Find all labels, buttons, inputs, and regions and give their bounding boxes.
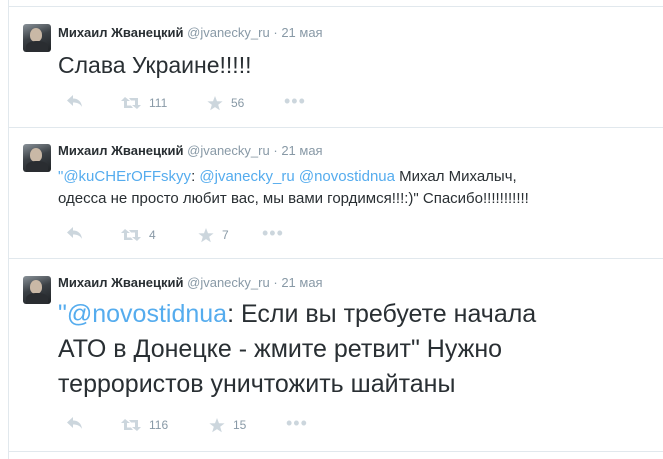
- more-button[interactable]: •••: [286, 413, 308, 433]
- tweet[interactable]: Михаил Жванецкий @jvanecky_ru · 21 мая С…: [9, 6, 663, 128]
- tweet-header: Михаил Жванецкий @jvanecky_ru · 21 мая: [58, 25, 323, 41]
- fullname[interactable]: Михаил Жванецкий: [58, 143, 184, 158]
- text-segment: Михал Михалыч,: [394, 168, 517, 185]
- reply-icon: [67, 95, 82, 107]
- fullname[interactable]: Михаил Жванецкий: [58, 25, 184, 40]
- tweet-header: Михаил Жванецкий @jvanecky_ru · 21 мая: [58, 275, 323, 291]
- timeline: Михаил Жванецкий @jvanecky_ru · 21 мая С…: [8, 0, 663, 459]
- tweet[interactable]: Михаил Жванецкий @jvanecky_ru · 21 мая "…: [9, 128, 663, 259]
- reply-button[interactable]: [66, 416, 83, 430]
- mention-link[interactable]: @jvanecky_ru: [199, 168, 294, 185]
- tweet[interactable]: Михаил Жванецкий @jvanecky_ru · 21 мая "…: [9, 259, 663, 452]
- tweet-text-line: одесса не просто любит вас, мы вами горд…: [58, 190, 529, 207]
- tweet-text: Слава Украине!!!!!: [58, 52, 252, 78]
- mention-link[interactable]: @novostidnua: [67, 300, 227, 328]
- text-segment: : Если вы требуете начала: [227, 300, 537, 328]
- avatar[interactable]: [23, 276, 51, 304]
- separator-dot: ·: [273, 275, 278, 290]
- timestamp[interactable]: 21 мая: [281, 275, 322, 290]
- reply-button[interactable]: [66, 94, 83, 108]
- username[interactable]: @jvanecky_ru: [187, 275, 270, 290]
- mention-link[interactable]: @novostidnua: [299, 168, 395, 185]
- more-icon: •••: [284, 91, 306, 111]
- tweet-text: "@kuCHErOFFskyy: @jvanecky_ru @novostidn…: [58, 166, 529, 210]
- favorite-button[interactable]: 15: [209, 416, 246, 434]
- quote-mark: ": [58, 300, 67, 328]
- timestamp[interactable]: 21 мая: [281, 25, 322, 40]
- tweet-header: Михаил Жванецкий @jvanecky_ru · 21 мая: [58, 143, 323, 159]
- retweet-count: 116: [149, 418, 169, 432]
- more-button[interactable]: •••: [284, 91, 306, 111]
- retweet-button[interactable]: 116: [121, 416, 168, 434]
- more-icon: •••: [262, 223, 284, 243]
- retweet-count: 111: [149, 96, 168, 110]
- reply-button[interactable]: [66, 226, 83, 240]
- retweet-button[interactable]: 4: [121, 226, 156, 244]
- separator-dot: ·: [273, 25, 278, 40]
- retweet-count: 4: [149, 228, 156, 242]
- favorite-button[interactable]: 56: [207, 94, 244, 112]
- reply-icon: [67, 227, 82, 239]
- favorite-count: 56: [231, 96, 245, 110]
- star-icon: [207, 95, 223, 110]
- star-icon: [209, 417, 225, 432]
- reply-icon: [67, 417, 82, 429]
- more-button[interactable]: •••: [262, 223, 284, 243]
- favorite-button[interactable]: 7: [198, 226, 229, 244]
- tweet-text: "@novostidnua: Если вы требуете начала А…: [58, 297, 536, 402]
- avatar[interactable]: [23, 24, 51, 52]
- username[interactable]: @jvanecky_ru: [187, 143, 270, 158]
- retweet-icon: [121, 97, 141, 109]
- tweet-text-line: "@novostidnua: Если вы требуете начала: [58, 297, 536, 332]
- separator-dot: ·: [273, 143, 278, 158]
- favorite-count: 15: [233, 418, 247, 432]
- fullname[interactable]: Михаил Жванецкий: [58, 275, 184, 290]
- mention-link[interactable]: @kuCHErOFFskyy: [63, 168, 191, 185]
- tweet-text-line: "@kuCHErOFFskyy: @jvanecky_ru @novostidn…: [58, 166, 529, 188]
- retweet-icon: [121, 229, 141, 241]
- tweet-text-line: террористов уничтожить шайтаны: [58, 370, 456, 398]
- retweet-icon: [121, 419, 141, 431]
- favorite-count: 7: [222, 228, 229, 242]
- timestamp[interactable]: 21 мая: [281, 143, 322, 158]
- star-icon: [198, 227, 214, 242]
- retweet-button[interactable]: 111: [121, 94, 167, 112]
- username[interactable]: @jvanecky_ru: [187, 25, 270, 40]
- avatar[interactable]: [23, 144, 51, 172]
- tweet-text-line: АТО в Донецке - жмите ретвит" Нужно: [58, 335, 503, 363]
- more-icon: •••: [286, 413, 308, 433]
